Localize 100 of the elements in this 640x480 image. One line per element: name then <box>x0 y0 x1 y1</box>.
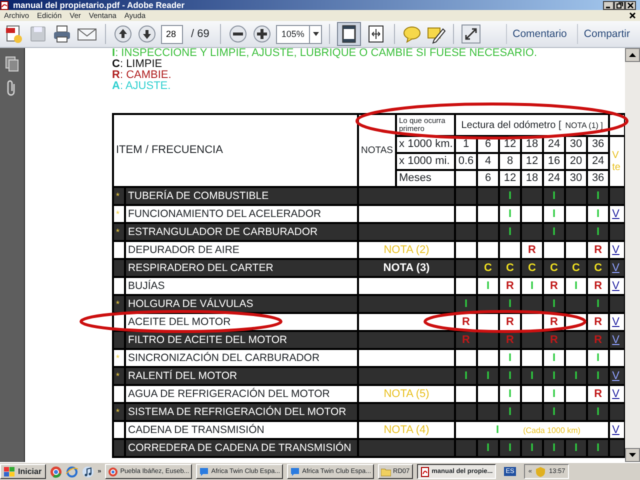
window-title: manual del propietario.pdf - Adobe Reader <box>13 0 186 10</box>
schedule-mark: R <box>594 244 602 256</box>
schedule-mark: I <box>596 370 600 382</box>
schedule-mark: I <box>596 406 600 418</box>
schedule-mark: R <box>594 334 602 346</box>
schedule-mark: I <box>596 190 600 202</box>
close-icon[interactable] <box>629 12 636 19</box>
schedule-mark: R <box>528 244 536 256</box>
schedule-mark: I <box>552 388 556 400</box>
scroll-down-icon[interactable] <box>625 448 640 462</box>
legend-line: R: CAMBIE. <box>112 70 172 81</box>
zoom-field[interactable]: 105% <box>276 24 322 44</box>
row-marker: * <box>116 352 120 362</box>
schedule-mark: I <box>596 442 600 454</box>
item-name: TUBERÍA DE COMBUSTIBLE <box>128 190 269 202</box>
schedule-mark: I <box>496 424 500 436</box>
folder-icon <box>381 466 392 476</box>
schedule-mark: C <box>528 262 536 274</box>
interval-value: 0.6 <box>458 155 474 167</box>
note-reference: NOTA (1) ] <box>565 120 603 130</box>
page-field[interactable]: 28 <box>161 24 183 44</box>
print-icon[interactable] <box>52 24 72 44</box>
restore-icon[interactable] <box>614 0 625 10</box>
interval-value: 12 <box>526 155 538 167</box>
schedule-mark: R <box>594 280 602 292</box>
interval-value: 36 <box>592 172 604 184</box>
pages-icon[interactable] <box>5 56 19 72</box>
start-button[interactable]: Iniciar <box>0 464 46 479</box>
schedule-mark: I <box>574 280 578 292</box>
item-name: FILTRO DE ACEITE DEL MOTOR <box>128 334 288 346</box>
interval-value: 4 <box>484 155 492 167</box>
item-name: CADENA DE TRANSMISIÓN <box>128 424 264 436</box>
schedule-mark: R <box>594 316 602 328</box>
note-reference: NOTA (3) <box>383 262 430 274</box>
schedule-mark: R <box>462 316 470 328</box>
fit-page-button[interactable] <box>337 22 362 46</box>
schedule-mark: I <box>552 406 556 418</box>
schedule-mark: I <box>552 298 556 310</box>
page-total: / 69 <box>191 26 210 42</box>
schedule-mark: R <box>594 388 602 400</box>
row-marker: * <box>116 298 120 308</box>
schedule-mark: I <box>508 298 512 310</box>
schedule-mark: I <box>486 280 490 292</box>
item-name: DEPURADOR DE AIRE <box>128 244 240 256</box>
schedule-mark: I <box>596 352 600 364</box>
interval-value: 18 <box>526 172 538 184</box>
legend-line: A: AJUSTE. <box>112 81 172 92</box>
interval-value: 36 <box>592 138 604 150</box>
interval-value: 24 <box>592 155 604 167</box>
item-name: HOLGURA DE VÁLVULAS <box>128 298 254 310</box>
schedule-mark: R <box>550 316 558 328</box>
legend-line: I: INSPECCIONE Y LIMPIE, AJUSTE, LUBRIQUE O CAMBIE SI FUESE NECESARIO. <box>112 48 538 59</box>
interval-value: 8 <box>506 155 514 167</box>
create-pdf-icon[interactable] <box>4 24 24 44</box>
schedule-mark: I <box>508 190 512 202</box>
schedule-mark: I <box>552 352 556 364</box>
interval-label: x 1000 mi. <box>399 155 450 167</box>
item-name: FUNCIONAMIENTO DEL ACELERADOR <box>128 208 322 220</box>
interval-value: 12 <box>504 138 516 150</box>
row-marker: * <box>116 406 120 416</box>
zoom-in-icon[interactable] <box>252 24 272 44</box>
pdf-file-icon <box>0 0 9 10</box>
toolbar-link[interactable]: Comentario <box>506 24 573 44</box>
scroll-up-icon[interactable] <box>625 48 640 62</box>
schedule-mark: I <box>486 370 490 382</box>
music-note-icon[interactable] <box>82 466 94 478</box>
zoom-out-icon[interactable] <box>228 24 248 44</box>
schedule-mark: R <box>462 334 470 346</box>
interval-value: 30 <box>570 172 582 184</box>
browser-icon <box>108 466 118 476</box>
minimize-icon[interactable] <box>603 0 614 10</box>
expand-icon[interactable] <box>461 24 482 44</box>
browser-icon[interactable] <box>50 466 62 478</box>
note-reference: NOTA (4) <box>384 424 430 436</box>
item-name: RESPIRADERO DEL CARTER <box>128 262 274 274</box>
schedule-mark: I <box>508 406 512 418</box>
schedule-mark: I <box>530 280 534 292</box>
interval-value: 24 <box>548 138 560 150</box>
schedule-mark: I <box>552 442 556 454</box>
schedule-mark: R <box>506 316 514 328</box>
row-marker: * <box>116 370 120 380</box>
schedule-mark: R <box>550 334 558 346</box>
interval-label: x 1000 km. <box>399 138 453 150</box>
close-icon[interactable] <box>625 0 636 10</box>
schedule-mark: I <box>596 208 600 220</box>
interval-value: 24 <box>548 172 560 184</box>
schedule-mark: C <box>572 262 580 274</box>
legend-line: C: LIMPIE <box>112 59 164 70</box>
item-name: AGUA DE REFRIGERACIÓN DEL MOTOR <box>128 388 330 400</box>
schedule-mark: R <box>506 280 514 292</box>
toolbar-link[interactable]: Compartir <box>576 24 636 44</box>
schedule-mark: I <box>574 442 578 454</box>
caret-icon[interactable] <box>312 32 319 36</box>
interval-value: 18 <box>526 138 538 150</box>
globe-icon[interactable] <box>66 466 78 478</box>
document-icon <box>420 466 430 476</box>
schedule-mark: C <box>550 262 558 274</box>
schedule-mark: I <box>464 370 468 382</box>
item-name: ESTRANGULADOR DE CARBURADOR <box>128 226 318 238</box>
interval-value: 6 <box>484 138 492 150</box>
